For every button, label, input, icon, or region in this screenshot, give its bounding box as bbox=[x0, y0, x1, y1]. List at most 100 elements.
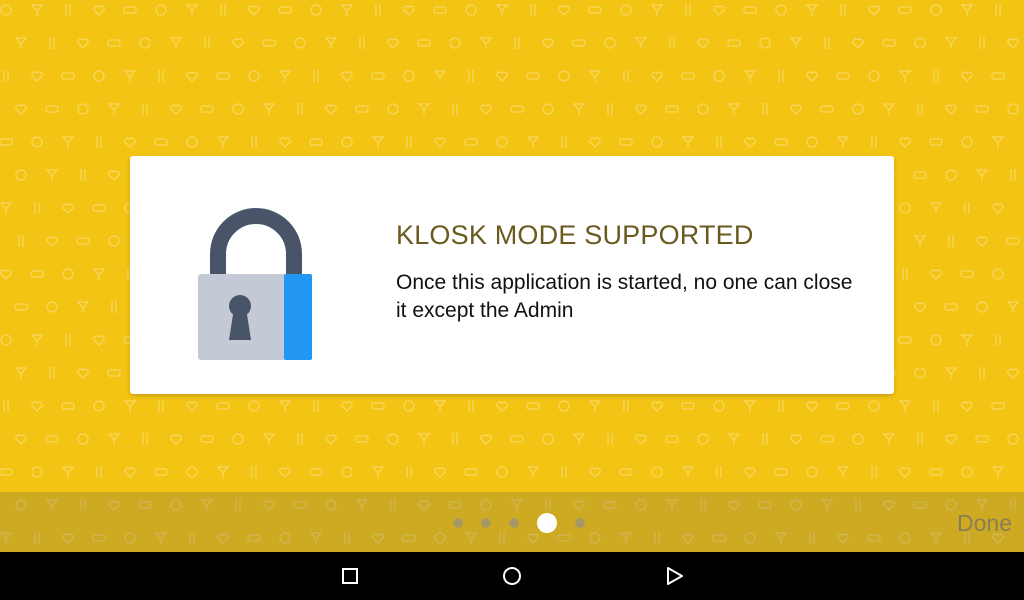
pattern-doodle bbox=[496, 466, 508, 478]
pattern-doodle bbox=[31, 136, 43, 148]
pattern-doodle bbox=[789, 37, 803, 49]
pattern-doodle bbox=[186, 401, 198, 412]
pattern-doodle bbox=[452, 103, 458, 115]
slide-description: Once this application is started, no one… bbox=[396, 271, 853, 322]
pattern-doodle bbox=[279, 467, 291, 478]
pattern-doodle bbox=[979, 37, 985, 49]
pattern-doodle bbox=[480, 104, 492, 115]
pattern-doodle bbox=[216, 136, 230, 148]
slide-title: KLOSK MODE SUPPORTED bbox=[396, 220, 754, 250]
page-dot[interactable] bbox=[481, 518, 491, 528]
pattern-doodle bbox=[200, 105, 214, 113]
pattern-doodle bbox=[961, 466, 973, 478]
pattern-doodle bbox=[355, 435, 369, 443]
pattern-doodle bbox=[685, 4, 691, 16]
pattern-doodle bbox=[898, 6, 912, 14]
pattern-doodle bbox=[14, 37, 28, 49]
pattern-doodle bbox=[651, 466, 663, 478]
page-dot[interactable] bbox=[575, 518, 585, 528]
pattern-doodle bbox=[65, 4, 71, 16]
pattern-doodle bbox=[836, 136, 850, 148]
pattern-doodle bbox=[976, 301, 988, 313]
pattern-doodle bbox=[852, 38, 864, 49]
pattern-doodle bbox=[871, 466, 877, 478]
pattern-doodle bbox=[930, 334, 942, 346]
pattern-doodle bbox=[45, 169, 59, 181]
home-icon[interactable] bbox=[500, 564, 524, 588]
pattern-doodle bbox=[403, 70, 415, 82]
pattern-doodle bbox=[468, 400, 474, 412]
pattern-doodle bbox=[651, 71, 663, 82]
pattern-doodle bbox=[899, 467, 911, 478]
pattern-doodle bbox=[868, 5, 880, 16]
pattern-doodle bbox=[868, 400, 880, 412]
pattern-doodle bbox=[387, 433, 399, 445]
pattern-doodle bbox=[882, 39, 896, 47]
pattern-doodle bbox=[107, 103, 121, 115]
pattern-doodle bbox=[262, 433, 276, 445]
pattern-doodle bbox=[899, 202, 911, 214]
pattern-doodle bbox=[186, 136, 198, 148]
pattern-doodle bbox=[820, 105, 834, 113]
pattern-doodle bbox=[403, 5, 415, 16]
pattern-doodle bbox=[762, 433, 768, 445]
pattern-doodle bbox=[899, 137, 911, 148]
pattern-doodle bbox=[727, 103, 741, 115]
done-button[interactable]: Done bbox=[957, 510, 1012, 537]
pattern-doodle bbox=[945, 104, 957, 115]
pattern-doodle bbox=[480, 434, 492, 445]
pattern-doodle bbox=[310, 4, 322, 16]
pattern-doodle bbox=[526, 402, 540, 410]
pattern-doodle bbox=[417, 433, 431, 445]
pattern-doodle bbox=[46, 236, 58, 247]
pattern-doodle bbox=[14, 303, 28, 311]
pattern-doodle bbox=[992, 268, 1004, 280]
page-dot-active[interactable] bbox=[537, 513, 557, 533]
pattern-doodle bbox=[30, 4, 44, 16]
back-icon[interactable] bbox=[662, 564, 686, 588]
page-dot[interactable] bbox=[453, 518, 463, 528]
pattern-doodle bbox=[406, 136, 412, 148]
pattern-doodle bbox=[713, 70, 725, 82]
pattern-doodle bbox=[944, 303, 958, 311]
pattern-doodle bbox=[216, 72, 230, 80]
pattern-doodle bbox=[0, 468, 13, 476]
pattern-doodle bbox=[200, 435, 214, 443]
pattern-doodle bbox=[961, 401, 973, 412]
pattern-doodle bbox=[93, 5, 105, 16]
pattern-doodle bbox=[123, 70, 137, 82]
pattern-doodle bbox=[232, 38, 244, 49]
pattern-doodle bbox=[31, 71, 43, 82]
pattern-doodle bbox=[975, 105, 989, 113]
pattern-doodle bbox=[278, 70, 292, 82]
pattern-doodle bbox=[297, 103, 303, 115]
feature-card: KLOSK MODE SUPPORTED Once this applicati… bbox=[130, 156, 894, 394]
pattern-doodle bbox=[697, 433, 709, 445]
pattern-doodle bbox=[634, 37, 648, 49]
pattern-doodle bbox=[220, 4, 226, 16]
pattern-doodle bbox=[169, 37, 183, 49]
pattern-doodle bbox=[0, 202, 13, 214]
pattern-doodle bbox=[991, 466, 1005, 478]
pattern-doodle bbox=[589, 137, 601, 148]
pattern-doodle bbox=[93, 335, 105, 346]
pattern-doodle bbox=[371, 466, 385, 478]
pattern-doodle bbox=[681, 136, 695, 148]
pattern-doodle bbox=[124, 467, 136, 478]
pattern-doodle bbox=[92, 268, 106, 280]
pattern-doodle bbox=[759, 37, 771, 49]
page-dot[interactable] bbox=[509, 518, 519, 528]
pattern-doodle bbox=[155, 4, 167, 16]
pattern-doodle bbox=[542, 433, 554, 445]
pattern-doodle bbox=[371, 136, 385, 148]
pattern-doodle bbox=[882, 433, 896, 445]
pattern-doodle bbox=[294, 37, 306, 49]
pattern-doodle bbox=[542, 103, 554, 115]
pattern-doodle bbox=[665, 435, 679, 443]
pattern-doodle bbox=[46, 301, 58, 313]
recent-apps-icon[interactable] bbox=[338, 564, 362, 588]
pattern-doodle bbox=[697, 38, 709, 49]
pattern-doodle bbox=[96, 466, 102, 478]
pattern-doodle bbox=[341, 136, 353, 148]
pattern-doodle bbox=[1007, 368, 1019, 379]
